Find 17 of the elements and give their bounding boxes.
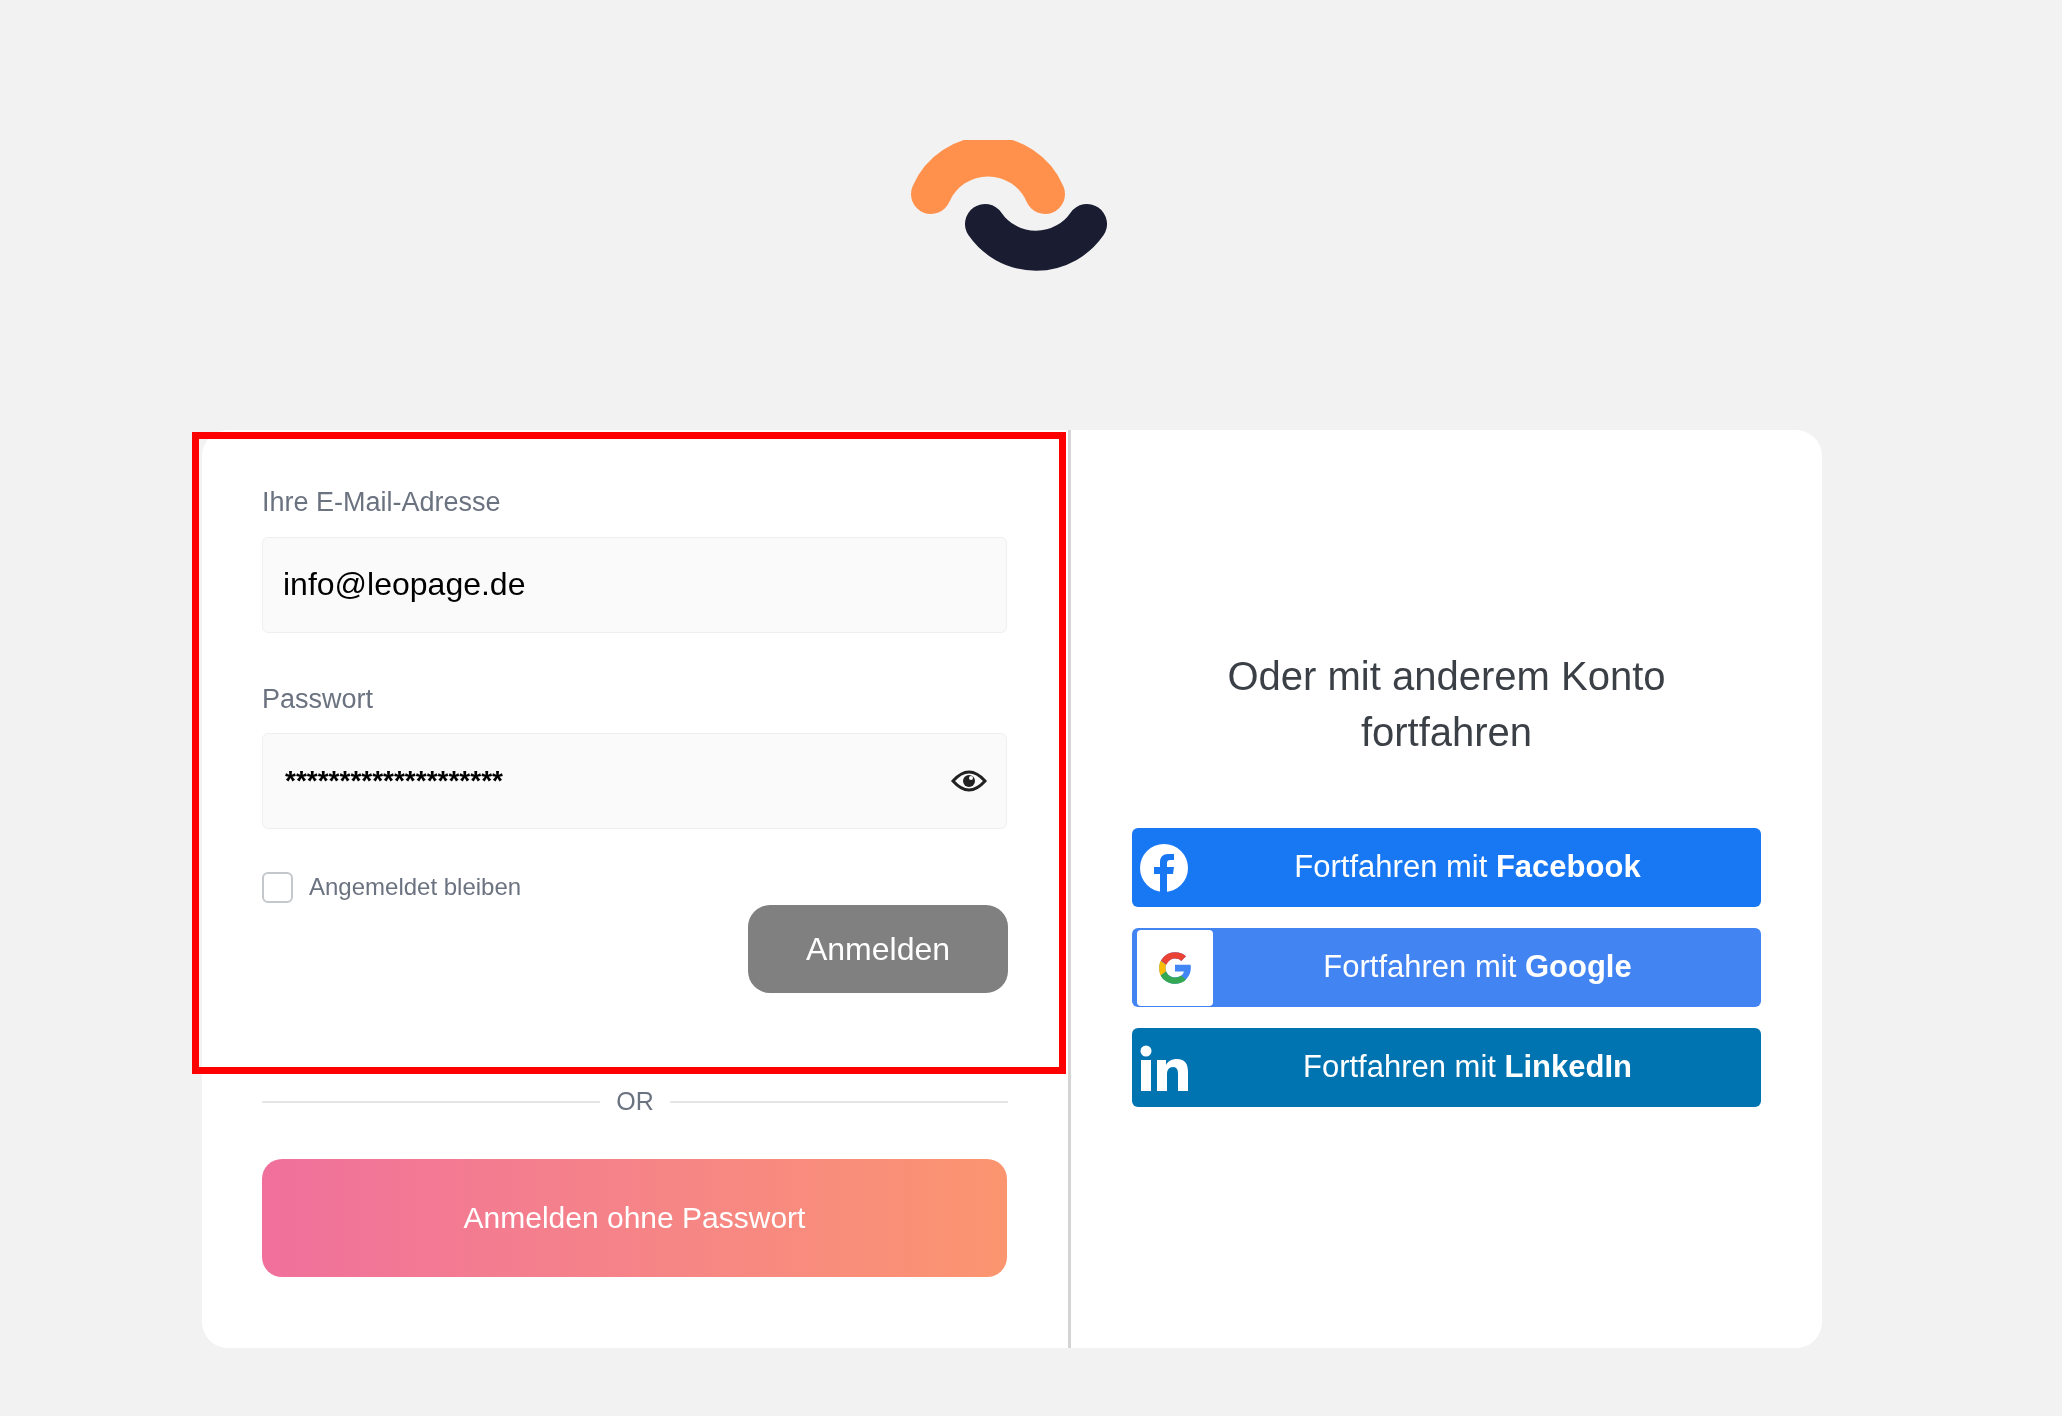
linkedin-login-button[interactable]: Fortfahren mit LinkedIn [1132, 1028, 1761, 1107]
remember-checkbox[interactable] [262, 871, 293, 903]
social-heading: Oder mit anderem Konto fortfahren [1226, 653, 1667, 756]
facebook-login-button[interactable]: Fortfahren mit Facebook [1132, 828, 1761, 907]
facebook-icon [1140, 843, 1188, 892]
google-login-button[interactable]: Fortfahren mit Google [1132, 928, 1761, 1007]
remember-label: Angemeldet bleiben [309, 872, 522, 902]
linkedin-icon [1140, 1044, 1188, 1091]
eye-icon[interactable] [951, 769, 987, 793]
passwordless-login-button[interactable]: Anmelden ohne Passwort [262, 1158, 1007, 1277]
divider-label: OR [616, 1086, 654, 1117]
email-label: Ihre E-Mail-Adresse [262, 486, 502, 519]
google-icon [1137, 929, 1213, 1006]
login-button[interactable]: Anmelden [748, 905, 1008, 993]
password-field[interactable]: ******************** [262, 733, 1007, 829]
email-field[interactable]: info@leopage.de [262, 536, 1007, 633]
password-label: Passwort [262, 682, 375, 716]
